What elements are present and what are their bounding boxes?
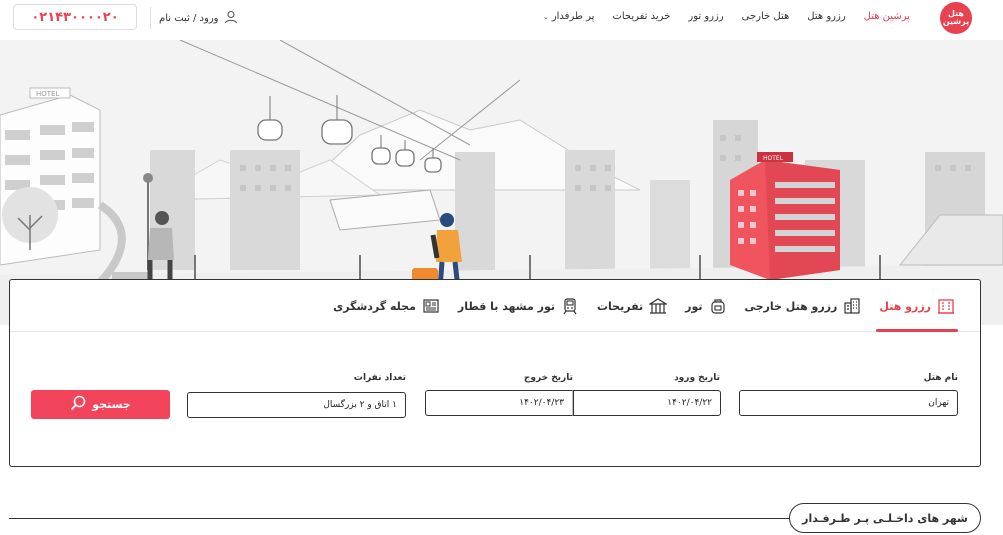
tab-travel-magazine[interactable]: مجله گردشگری bbox=[324, 280, 449, 332]
search-panel: رزرو هتل رزرو هتل خارجی تور تفریحات تور … bbox=[9, 279, 981, 467]
backpack-icon bbox=[709, 297, 727, 315]
login-button[interactable]: ورود / ثبت نام bbox=[159, 10, 238, 27]
nav-item-hotel-booking[interactable]: رزرو هتل bbox=[798, 11, 854, 22]
logo-text: هتل پرشین bbox=[942, 9, 970, 26]
building-icon bbox=[843, 297, 861, 315]
tab-label: تفریحات bbox=[597, 299, 644, 313]
search-tabs: رزرو هتل رزرو هتل خارجی تور تفریحات تور … bbox=[10, 280, 980, 332]
checkout-field[interactable]: ۱۴۰۲/۰۴/۲۳ bbox=[425, 390, 573, 416]
hotel-name-field[interactable]: تهران bbox=[739, 390, 958, 416]
tab-label: تور مشهد با قطار bbox=[457, 299, 555, 313]
main-nav: پرشین هتل رزرو هتل هتل خارجی رزرو تور خر… bbox=[534, 11, 919, 22]
nav-item-entertainment[interactable]: خرید تفریحات bbox=[603, 11, 679, 22]
hotel-icon bbox=[937, 297, 955, 315]
nav-item-popular-label: پر طرفدار bbox=[551, 11, 595, 22]
tab-entertainment[interactable]: تفریحات bbox=[588, 280, 676, 332]
search-icon bbox=[70, 395, 86, 414]
checkout-value: ۱۴۰۲/۰۴/۲۳ bbox=[519, 398, 564, 408]
login-label: ورود / ثبت نام bbox=[159, 13, 219, 24]
popular-cities-section: شهر های داخـلـی پـر طـرفـدار bbox=[9, 503, 981, 533]
checkout-label: تاریخ خروج bbox=[523, 373, 573, 383]
chevron-down-icon: ⌄ bbox=[542, 13, 549, 21]
search-button[interactable]: جستجو bbox=[31, 390, 170, 419]
hotel-name-label: نام هتل bbox=[923, 373, 958, 383]
guests-field[interactable]: ۱ اتاق و ۲ بزرگسال bbox=[187, 392, 406, 418]
red-hotel-sign: HOTEL bbox=[763, 155, 784, 162]
tab-foreign-hotel[interactable]: رزرو هتل خارجی bbox=[736, 280, 871, 332]
guests-value: ۱ اتاق و ۲ بزرگسال bbox=[323, 400, 397, 410]
newspaper-icon bbox=[422, 297, 440, 315]
section-title-text: شهر های داخـلـی پـر طـرفـدار bbox=[802, 511, 968, 525]
section-title: شهر های داخـلـی پـر طـرفـدار bbox=[789, 503, 981, 533]
tab-label: مجله گردشگری bbox=[333, 299, 416, 313]
tab-hotel-booking[interactable]: رزرو هتل bbox=[870, 280, 964, 332]
hotel-name-value: تهران bbox=[928, 398, 949, 408]
header-divider bbox=[150, 7, 151, 29]
nav-item-tour-booking[interactable]: رزرو تور bbox=[679, 11, 732, 22]
top-header: هتل پرشین پرشین هتل رزرو هتل هتل خارجی ر… bbox=[0, 0, 1003, 40]
tab-label: تور bbox=[685, 299, 703, 313]
guests-label: تعداد نفرات bbox=[353, 373, 406, 383]
nav-item-popular[interactable]: پر طرفدار⌄ bbox=[534, 11, 603, 22]
search-button-label: جستجو bbox=[92, 398, 131, 411]
section-divider bbox=[9, 518, 789, 519]
nav-item-persian-hotel[interactable]: پرشین هتل bbox=[855, 11, 919, 22]
tab-mashhad-train-tour[interactable]: تور مشهد با قطار bbox=[449, 280, 588, 332]
nav-item-foreign-hotel[interactable]: هتل خارجی bbox=[733, 11, 799, 22]
tab-label: رزرو هتل bbox=[879, 299, 931, 313]
support-phone[interactable]: ۰۲۱۴۳۰۰۰۰۲۰ bbox=[13, 4, 137, 30]
checkin-field[interactable]: ۱۴۰۲/۰۴/۲۲ bbox=[573, 390, 721, 416]
checkin-label: تاریخ ورود bbox=[674, 373, 720, 383]
tab-label: رزرو هتل خارجی bbox=[744, 299, 838, 313]
checkin-value: ۱۴۰۲/۰۴/۲۲ bbox=[667, 398, 712, 408]
phone-number: ۰۲۱۴۳۰۰۰۰۲۰ bbox=[31, 9, 119, 25]
site-logo[interactable]: هتل پرشین bbox=[940, 2, 972, 34]
pavilion-icon bbox=[649, 297, 668, 315]
user-icon bbox=[224, 10, 238, 27]
tab-tour[interactable]: تور bbox=[676, 280, 735, 332]
train-icon bbox=[561, 297, 579, 315]
left-hotel-sign: HOTEL bbox=[36, 90, 59, 98]
